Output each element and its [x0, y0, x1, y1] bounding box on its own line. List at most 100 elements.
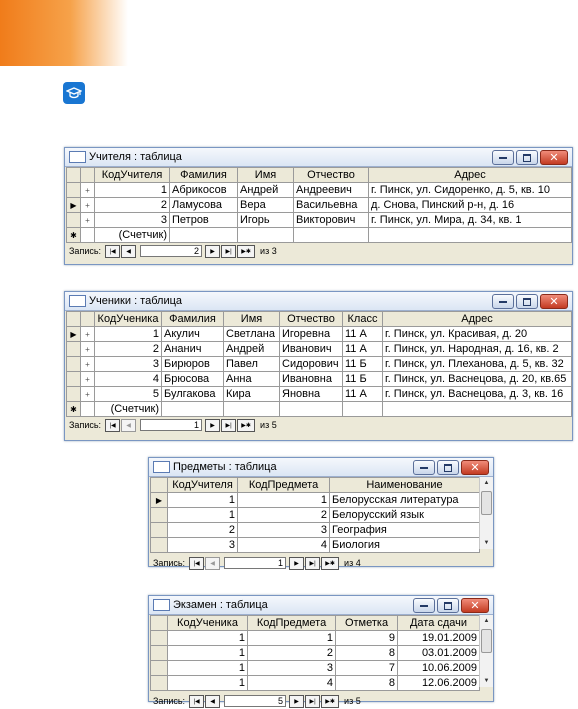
title-bar[interactable]: Предметы : таблица ✕ — [149, 458, 493, 477]
cell[interactable]: 1 — [167, 630, 248, 646]
minimize-button[interactable] — [492, 294, 514, 309]
column-header[interactable]: КодПредмета — [247, 615, 336, 631]
close-button[interactable]: ✕ — [461, 460, 489, 475]
cell[interactable]: 9 — [335, 630, 398, 646]
next-record-button[interactable]: ▶ — [289, 556, 305, 570]
cell[interactable]: г. Пинск, ул. Мира, д. 34, кв. 1 — [368, 212, 572, 228]
first-record-button[interactable]: |◀ — [105, 244, 121, 258]
cell[interactable]: Абрикосов — [169, 182, 238, 198]
cell[interactable]: 1 — [167, 492, 238, 508]
cell[interactable]: Кира — [223, 386, 280, 402]
cell[interactable]: Сидорович — [279, 356, 343, 372]
cell[interactable]: 3 — [94, 356, 162, 372]
cell[interactable]: Андреевич — [293, 182, 369, 198]
cell[interactable]: 03.01.2009 — [397, 645, 480, 661]
table-row[interactable]: 3 4 Биология — [150, 537, 480, 553]
corner-cell[interactable] — [66, 167, 81, 183]
column-header[interactable]: Адрес — [368, 167, 572, 183]
table-row[interactable]: + 5 Булгакова Кира Яновна 11 А г. Пинск,… — [66, 386, 572, 402]
scroll-up-icon[interactable]: ▲ — [480, 477, 493, 489]
record-selector[interactable] — [150, 675, 168, 691]
title-bar[interactable]: Учителя : таблица ✕ — [65, 148, 572, 167]
expand-icon[interactable]: + — [80, 326, 95, 342]
cell[interactable]: Белорусский язык — [329, 507, 480, 523]
expand-icon[interactable]: + — [80, 386, 95, 402]
expand-icon[interactable]: + — [80, 197, 95, 213]
cell[interactable]: г. Пинск, ул. Васнецова, д. 20, кв.65 — [382, 371, 572, 387]
first-record-button[interactable]: |◀ — [105, 418, 121, 432]
cell[interactable]: Белорусская литература — [329, 492, 480, 508]
close-button[interactable]: ✕ — [540, 150, 568, 165]
minimize-button[interactable] — [413, 460, 435, 475]
first-record-button[interactable]: |◀ — [189, 694, 205, 708]
table-row[interactable]: 2 3 География — [150, 522, 480, 538]
cell[interactable]: Ламусова — [169, 197, 238, 213]
cell[interactable]: Брюсова — [161, 371, 224, 387]
table-row[interactable]: 1 4 8 12.06.2009 — [150, 675, 480, 691]
minimize-button[interactable] — [413, 598, 435, 613]
table-row[interactable]: 1 1 9 19.01.2009 — [150, 630, 480, 646]
new-record-row[interactable]: ✱ (Счетчик) — [66, 227, 572, 243]
table-row[interactable]: 1 2 Белорусский язык — [150, 507, 480, 523]
column-header[interactable]: Отчество — [293, 167, 369, 183]
record-selector[interactable] — [66, 341, 81, 357]
column-header[interactable]: КодПредмета — [237, 477, 330, 493]
record-selector[interactable] — [150, 660, 168, 676]
maximize-button[interactable] — [437, 460, 459, 475]
next-record-button[interactable]: ▶ — [205, 418, 221, 432]
column-header[interactable]: КодУченика — [94, 311, 162, 327]
cell[interactable]: Ананич — [161, 341, 224, 357]
record-selector[interactable] — [66, 371, 81, 387]
last-record-button[interactable]: ▶| — [221, 244, 237, 258]
maximize-button[interactable] — [437, 598, 459, 613]
cell[interactable]: 5 — [94, 386, 162, 402]
column-header[interactable]: Наименование — [329, 477, 480, 493]
record-selector[interactable]: ▶ — [66, 197, 81, 213]
cell[interactable]: 10.06.2009 — [397, 660, 480, 676]
column-header[interactable]: Класс — [342, 311, 383, 327]
scroll-thumb[interactable] — [481, 491, 492, 515]
column-header[interactable]: Имя — [223, 311, 280, 327]
corner-cell[interactable] — [150, 477, 168, 493]
table-row[interactable]: ▶ 1 1 Белорусская литература — [150, 492, 480, 508]
cell[interactable]: Яновна — [279, 386, 343, 402]
cell[interactable]: 7 — [335, 660, 398, 676]
cell[interactable]: д. Снова, Пинский р-н, д. 16 — [368, 197, 572, 213]
close-button[interactable]: ✕ — [461, 598, 489, 613]
new-record-button[interactable]: ▶✱ — [237, 244, 256, 258]
new-record-button[interactable]: ▶✱ — [321, 556, 340, 570]
column-header[interactable]: Отчество — [279, 311, 343, 327]
record-selector[interactable] — [66, 386, 81, 402]
cell[interactable]: 11 А — [342, 386, 383, 402]
new-record-button[interactable]: ▶✱ — [237, 418, 256, 432]
record-selector[interactable] — [150, 522, 168, 538]
cell[interactable]: 4 — [94, 371, 162, 387]
cell[interactable]: Биология — [329, 537, 480, 553]
cell[interactable]: 1 — [167, 645, 248, 661]
cell[interactable]: Павел — [223, 356, 280, 372]
record-selector[interactable]: ▶ — [66, 326, 81, 342]
cell[interactable]: Иванович — [279, 341, 343, 357]
cell[interactable]: 12.06.2009 — [397, 675, 480, 691]
table-row[interactable]: 1 2 8 03.01.2009 — [150, 645, 480, 661]
cell[interactable]: 1 — [94, 182, 170, 198]
expand-icon[interactable]: + — [80, 356, 95, 372]
prev-record-button[interactable]: ◀ — [121, 418, 137, 432]
cell[interactable]: 2 — [94, 341, 162, 357]
record-selector[interactable] — [150, 630, 168, 646]
first-record-button[interactable]: |◀ — [189, 556, 205, 570]
cell[interactable]: Ивановна — [279, 371, 343, 387]
autonumber-placeholder[interactable]: (Счетчик) — [94, 401, 162, 417]
scroll-down-icon[interactable]: ▼ — [480, 537, 493, 549]
cell[interactable]: Вера — [237, 197, 294, 213]
record-selector[interactable] — [150, 507, 168, 523]
expand-icon[interactable]: + — [80, 341, 95, 357]
prev-record-button[interactable]: ◀ — [121, 244, 137, 258]
cell[interactable]: 1 — [167, 660, 248, 676]
title-bar[interactable]: Ученики : таблица ✕ — [65, 292, 572, 311]
new-record-row[interactable]: ✱ (Счетчик) — [66, 401, 572, 417]
cell[interactable]: 2 — [167, 522, 238, 538]
table-row[interactable]: + 1 Абрикосов Андрей Андреевич г. Пинск,… — [66, 182, 572, 198]
cell[interactable]: Петров — [169, 212, 238, 228]
cell[interactable]: 4 — [247, 675, 336, 691]
